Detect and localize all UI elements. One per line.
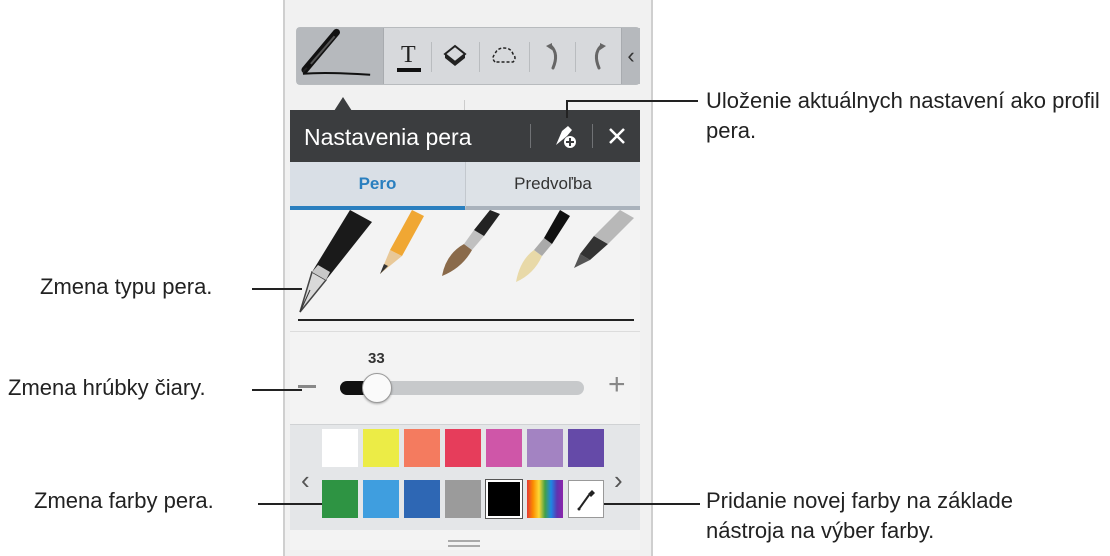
color-swatch[interactable] [486, 429, 522, 467]
collapse-toolbar-button[interactable]: ‹ [621, 28, 640, 84]
color-swatch[interactable] [445, 429, 481, 467]
undo-icon [546, 43, 558, 70]
color-swatch[interactable] [322, 480, 358, 518]
callout-line [566, 100, 698, 102]
decrease-thickness-button[interactable] [298, 385, 316, 388]
palette-next-button[interactable]: › [614, 465, 623, 496]
color-palette: ‹ › [290, 424, 640, 530]
color-swatch[interactable] [404, 480, 440, 518]
redo-icon [594, 43, 606, 70]
color-swatch[interactable] [404, 429, 440, 467]
toolbar-divider [431, 42, 432, 72]
callout-line [252, 389, 302, 391]
color-swatch[interactable] [527, 429, 563, 467]
chevron-left-icon: ‹ [627, 43, 635, 68]
pen-tool-button[interactable] [297, 28, 384, 84]
color-swatch[interactable] [568, 429, 604, 467]
thickness-slider-thumb[interactable] [361, 373, 392, 403]
selection-tool-button[interactable] [481, 28, 527, 84]
callout-pen-type: Zmena typu pera. [40, 274, 213, 299]
close-button[interactable] [599, 118, 635, 154]
callout-line [252, 288, 302, 290]
calligraphy-brush-option[interactable] [516, 210, 570, 282]
tab-predvolba[interactable]: Predvoľba [465, 162, 640, 210]
header-divider [530, 124, 531, 148]
callout-line-thickness: Zmena hrúbky čiary. [8, 375, 206, 400]
color-picker-button[interactable] [568, 480, 604, 518]
eyedropper-icon [577, 490, 595, 511]
brush-option[interactable] [442, 210, 500, 276]
save-profile-button[interactable] [547, 118, 583, 154]
callout-add-color: Pridanie novej farby na základe nástroja… [706, 488, 1013, 543]
color-swatch[interactable] [322, 429, 358, 467]
thickness-value: 33 [368, 350, 385, 367]
sketch-toolbar: T ‹ [296, 27, 640, 85]
increase-thickness-button[interactable]: + [608, 370, 626, 400]
pen-type-selector [290, 210, 640, 332]
header-divider [592, 124, 593, 148]
toolbar-divider [529, 42, 530, 72]
selection-icon [492, 47, 516, 63]
callout-save-profile: Uloženie aktuálnych nastavení ako profil… [706, 88, 1100, 143]
toolbar-divider [479, 42, 480, 72]
callout-line [604, 503, 700, 505]
pencil-option[interactable] [380, 210, 424, 274]
pen-settings-panel: Nastavenia pera Pero Predvoľba 33 + ‹ › [290, 110, 640, 550]
svg-text:T: T [401, 42, 416, 68]
toolbar-divider [575, 42, 576, 72]
panel-title: Nastavenia pera [304, 124, 472, 150]
drag-handle[interactable] [448, 540, 480, 542]
settings-tabs: Pero Predvoľba [290, 162, 640, 210]
eraser-tool-button[interactable] [433, 28, 477, 84]
pen-add-icon [556, 126, 576, 148]
callout-line [566, 100, 568, 118]
tab-pero[interactable]: Pero [290, 162, 465, 210]
fountain-pen-option[interactable] [299, 210, 372, 313]
marker-option[interactable] [574, 210, 634, 268]
panel-header: Nastavenia pera [290, 110, 640, 162]
callout-pen-color: Zmena farby pera. [34, 488, 214, 513]
line-thickness-control: 33 + [290, 332, 640, 424]
redo-button[interactable] [579, 28, 619, 84]
callout-line [258, 503, 322, 505]
color-swatch[interactable] [445, 480, 481, 518]
text-tool-button[interactable]: T [389, 28, 429, 84]
eraser-icon [443, 44, 467, 66]
rainbow-color-swatch[interactable] [527, 480, 563, 518]
pen-icon [301, 28, 371, 76]
palette-prev-button[interactable]: ‹ [301, 465, 310, 496]
text-icon: T [397, 42, 421, 72]
undo-button[interactable] [533, 28, 573, 84]
close-icon [609, 128, 625, 144]
panel-pointer [334, 97, 352, 111]
color-swatch[interactable] [363, 480, 399, 518]
color-swatch[interactable] [363, 429, 399, 467]
color-swatch[interactable] [485, 479, 523, 519]
